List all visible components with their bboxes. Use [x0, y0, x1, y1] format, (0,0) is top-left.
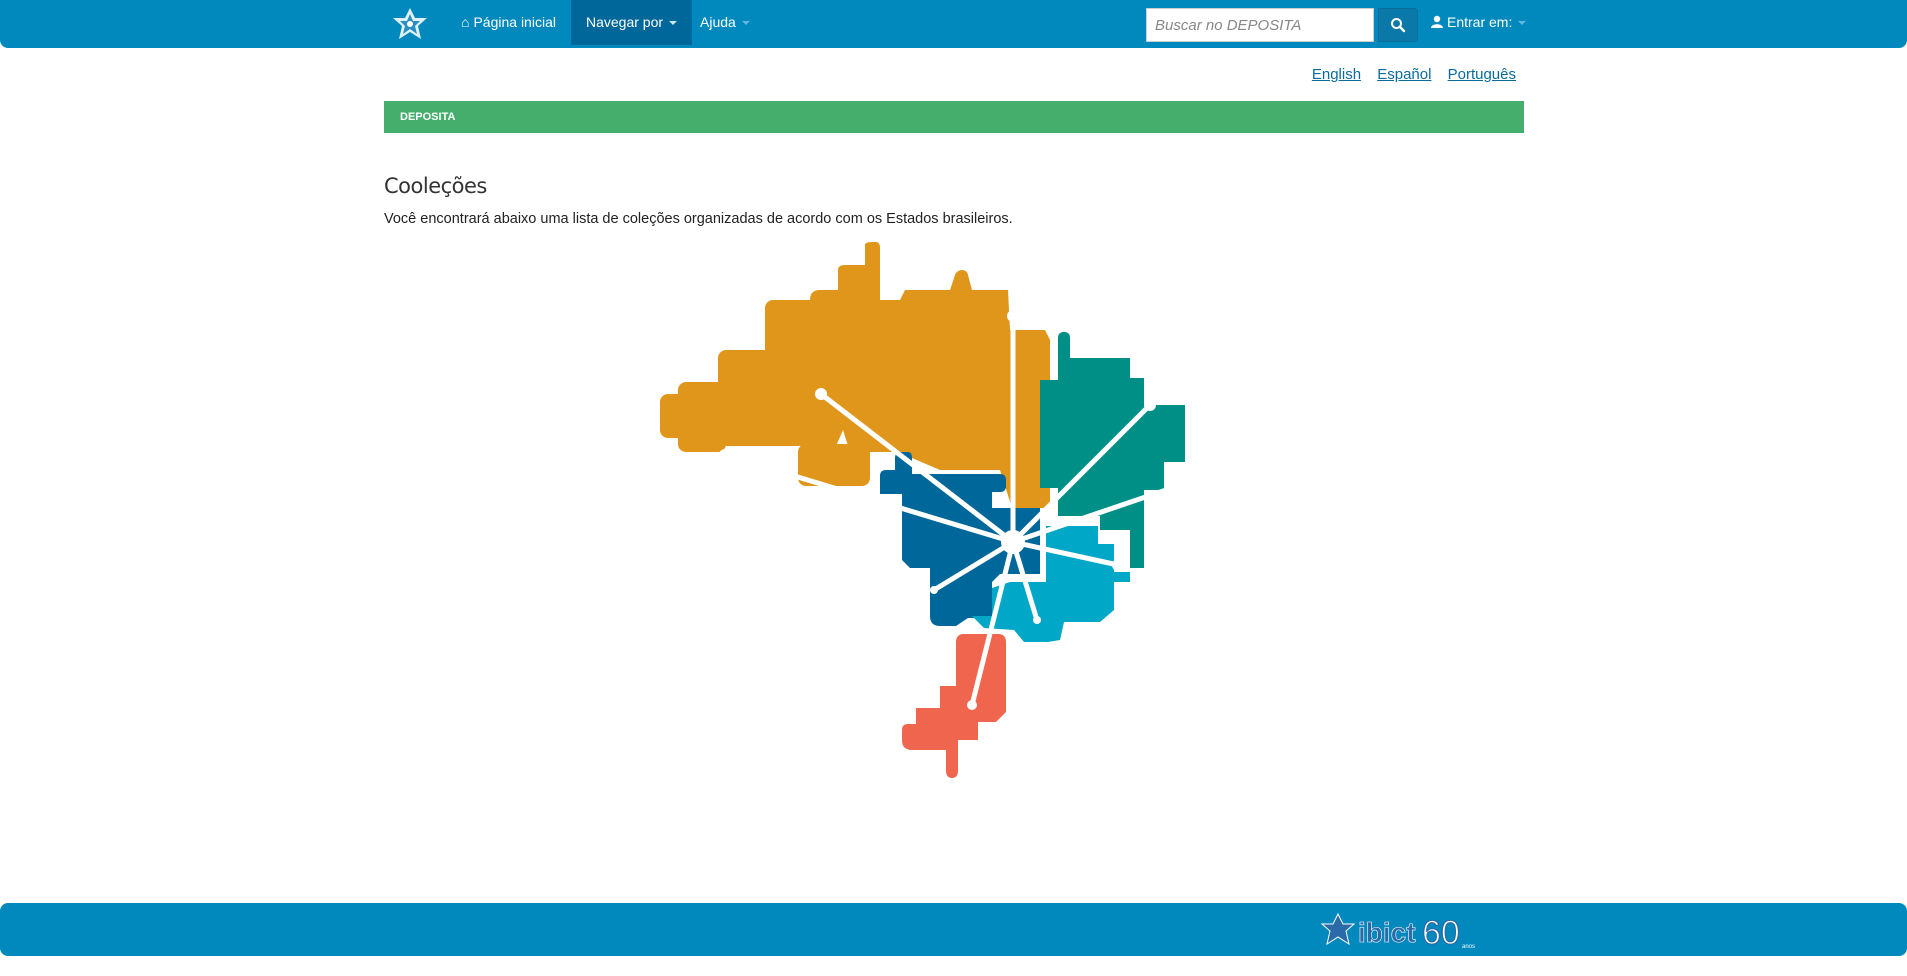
ibict-60-anos-logo[interactable]: ibict 60 anos — [1318, 904, 1498, 956]
language-link-portugues[interactable]: Português — [1448, 66, 1516, 83]
nav-home-link[interactable]: ⌂ Página inicial — [446, 0, 571, 45]
footer-logo-sub: anos — [1462, 944, 1475, 950]
login-dropdown[interactable]: Entrar em: — [1430, 0, 1527, 45]
top-navbar: ⌂Página inicial Navegar por Ajuda Entrar… — [0, 0, 1907, 48]
language-link-espanol[interactable]: Español — [1377, 66, 1431, 83]
chevron-down-icon — [741, 21, 750, 26]
nav-browse-label: Navegar por — [586, 14, 664, 30]
chevron-down-icon — [669, 21, 678, 26]
nav-help-dropdown[interactable]: Ajuda — [685, 0, 765, 45]
breadcrumb-item-deposita[interactable]: DEPOSITA — [400, 111, 455, 123]
breadcrumb: DEPOSITA — [384, 101, 1524, 133]
region-north[interactable] — [660, 242, 1050, 508]
chevron-down-icon — [1518, 21, 1527, 26]
footer-logo-text: ibict — [1358, 917, 1416, 948]
page-intro: Você encontrará abaixo uma lista de cole… — [384, 211, 1013, 227]
user-icon — [1431, 15, 1443, 28]
search-icon — [1391, 18, 1406, 33]
language-switcher: English Español Português — [1300, 66, 1516, 83]
search-button[interactable] — [1378, 8, 1418, 42]
search-input[interactable] — [1146, 8, 1374, 42]
login-label: Entrar em: — [1447, 14, 1513, 30]
nav-home-label: Página inicial — [473, 14, 556, 30]
nav-help-label: Ajuda — [700, 14, 736, 30]
footer-bar — [0, 903, 1907, 956]
footer-logo-number: 60 — [1422, 914, 1460, 952]
nav-browse-dropdown[interactable]: Navegar por — [571, 0, 693, 45]
navbar-container: ⌂Página inicial Navegar por Ajuda Entrar… — [384, 0, 1527, 45]
page-title: Cooleções — [384, 174, 487, 198]
deposita-logo-icon[interactable] — [390, 6, 430, 42]
language-link-english[interactable]: English — [1312, 66, 1361, 83]
brazil-regions-map — [660, 242, 1185, 778]
home-icon: ⌂ — [461, 14, 470, 30]
region-south[interactable] — [902, 634, 1006, 778]
